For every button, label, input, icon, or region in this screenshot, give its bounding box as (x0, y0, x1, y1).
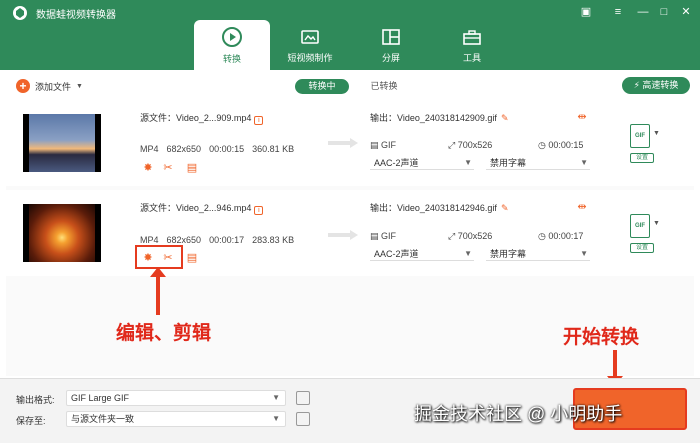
toolbox-icon (463, 30, 481, 45)
file-row: 源文件：Video_2...946.mp4 i MP4 682x650 00:00:1… (6, 190, 694, 276)
output-format-select[interactable]: GIF Large GIF ▼ (66, 390, 286, 406)
arrow-down-icon (607, 350, 623, 386)
source-file-name: 源文件：Video_2...909.mp4 i (140, 111, 264, 125)
convert-icon (222, 27, 242, 47)
scissors-icon[interactable]: ✂ (162, 162, 174, 174)
arrow-right-icon (328, 230, 358, 240)
enhance-icon[interactable]: ▤ (186, 162, 198, 174)
gif-format-icon: ▤ (370, 231, 382, 241)
chevron-down-icon[interactable]: ▼ (653, 130, 660, 137)
video-thumbnail[interactable] (23, 204, 101, 262)
short-video-icon (301, 30, 319, 44)
output-format-icon[interactable]: GIF (630, 214, 650, 238)
clock-icon: ◷ (538, 231, 549, 241)
minimize-button[interactable]: — (635, 4, 651, 20)
chevron-down-icon[interactable]: ▼ (653, 220, 660, 227)
video-thumbnail[interactable] (23, 114, 101, 172)
info-icon[interactable]: i (254, 116, 264, 125)
source-meta: MP4 682x650 00:00:17 283.83 KB (140, 235, 295, 245)
app-title: 数据蛙视频转换器 (36, 10, 116, 21)
chevron-down-icon: ▼ (272, 393, 280, 402)
tab-split-screen[interactable]: 分屏 (353, 20, 429, 70)
split-icon[interactable]: ⇹ (576, 110, 588, 123)
highlight-box (135, 245, 183, 269)
format-settings-icon[interactable] (296, 391, 310, 405)
source-meta: MP4 682x650 00:00:15 360.81 KB (140, 144, 295, 154)
file-row: 源文件：Video_2...909.mp4 i MP4 682x650 00:00:1… (6, 100, 694, 186)
close-button[interactable]: ✕ (678, 4, 694, 20)
audio-select[interactable]: AAC-2声道 ▼ (370, 247, 474, 261)
fast-convert-button[interactable]: ⚡ 高速转换 (622, 77, 690, 94)
pencil-icon[interactable]: ✎ (501, 113, 509, 123)
title-bar: 数据蛙视频转换器 ▣ ≡ — □ ✕ 转换 短视频制作 分屏 工具 (0, 0, 700, 70)
chevron-down-icon: ▼ (464, 158, 472, 167)
settings-button[interactable]: 设置 (630, 153, 654, 163)
tab-converting[interactable]: 转换中 (295, 79, 349, 94)
tab-tools[interactable]: 工具 (434, 20, 510, 70)
arrow-right-icon (328, 138, 358, 148)
plus-icon: + (16, 79, 30, 93)
output-format-label: 输出格式: (16, 395, 55, 405)
edit-icon[interactable]: ✸ (142, 162, 154, 174)
chevron-down-icon: ▼ (580, 249, 588, 258)
maximize-button[interactable]: □ (656, 4, 672, 20)
audio-select[interactable]: AAC-2声道 ▼ (370, 156, 474, 170)
menu-icon[interactable]: ≡ (610, 4, 626, 20)
tab-short-video[interactable]: 短视频制作 (272, 20, 348, 70)
settings-button[interactable]: 设置 (630, 243, 654, 253)
output-file-name: 输出：Video_240318142909.gif ✎ (370, 113, 509, 123)
tab-converted[interactable]: 已转换 (364, 79, 404, 94)
clock-icon: ◷ (538, 140, 549, 150)
subtitle-select[interactable]: 禁用字幕 ▼ (486, 156, 590, 170)
save-to-select[interactable]: 与源文件夹一致 ▼ (66, 411, 286, 427)
info-icon[interactable]: i (254, 206, 264, 215)
chevron-down-icon: ▼ (464, 249, 472, 258)
split-icon[interactable]: ⇹ (576, 200, 588, 213)
output-format-icon[interactable]: GIF (630, 124, 650, 148)
skin-icon[interactable]: ▣ (578, 4, 594, 20)
gif-format-icon: ▤ (370, 140, 382, 150)
output-file-name: 输出：Video_240318142946.gif ✎ (370, 203, 509, 213)
file-toolbar: + 添加文件 ▼ 转换中 已转换 ⚡ 高速转换 (0, 70, 700, 100)
tab-convert[interactable]: 转换 (194, 20, 270, 70)
chevron-down-icon[interactable]: ▼ (76, 83, 83, 90)
folder-icon[interactable] (296, 412, 310, 426)
split-screen-icon (382, 29, 400, 45)
add-file-button[interactable]: + 添加文件 ▼ (16, 78, 83, 94)
arrow-up-icon (150, 267, 166, 315)
lightning-icon: ⚡ (633, 80, 640, 90)
resolution-icon: ⤢ (448, 140, 458, 150)
pencil-icon[interactable]: ✎ (501, 203, 509, 213)
save-to-label: 保存至: (16, 416, 46, 426)
chevron-down-icon: ▼ (580, 158, 588, 167)
annotation-edit-cut: 编辑、剪辑 (116, 323, 212, 344)
app-logo-icon (13, 6, 27, 20)
watermark: 掘金技术社区 @ 小明助手 (414, 404, 623, 424)
enhance-icon[interactable]: ▤ (186, 252, 198, 264)
resolution-icon: ⤢ (448, 231, 458, 241)
subtitle-select[interactable]: 禁用字幕 ▼ (486, 247, 590, 261)
chevron-down-icon: ▼ (272, 414, 280, 423)
source-file-name: 源文件：Video_2...946.mp4 i (140, 201, 264, 215)
annotation-start: 开始转换 (563, 327, 640, 348)
